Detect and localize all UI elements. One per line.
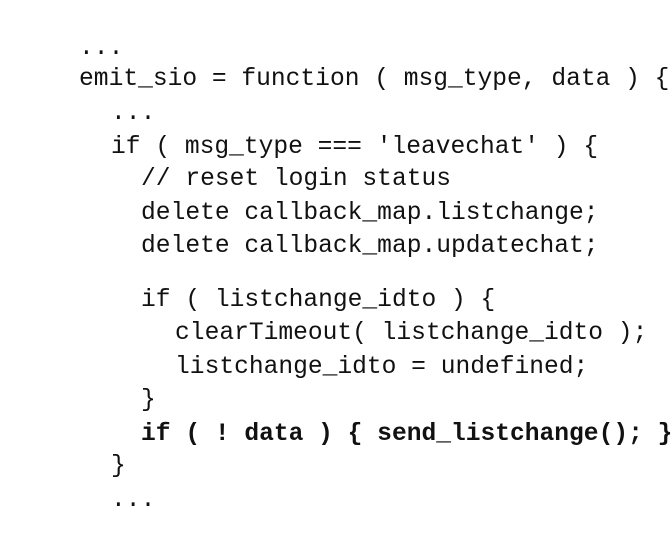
code-text: delete callback_map.updatechat; — [141, 233, 599, 260]
code-line-10: clearTimeout( listchange_idto ); — [116, 295, 647, 347]
code-line-2: emit_sio = function ( msg_type, data ) { — [20, 41, 669, 93]
code-line-6: delete callback_map.listchange; — [82, 175, 599, 227]
code-line-13: if ( ! data ) { send_listchange(); } — [82, 396, 672, 448]
code-line-5: // reset login status — [82, 141, 451, 193]
code-line-14: } — [52, 428, 126, 480]
code-line-1: ... — [20, 10, 123, 62]
code-line-9: if ( listchange_idto ) { — [82, 262, 495, 314]
code-line-15: ... — [52, 462, 155, 514]
code-line-7: delete callback_map.updatechat; — [82, 208, 599, 260]
code-text: listchange_idto = undefined; — [175, 354, 589, 381]
code-text: emit_sio = function ( msg_type, data ) { — [79, 66, 670, 93]
code-listing: ... emit_sio = function ( msg_type, data… — [0, 0, 672, 514]
code-line-4: if ( msg_type === 'leavechat' ) { — [52, 109, 598, 161]
code-text-highlighted: if ( ! data ) { send_listchange(); } — [141, 421, 672, 448]
code-line-11: listchange_idto = undefined; — [116, 329, 588, 381]
code-line-12: } — [82, 362, 156, 414]
code-line-3: ... — [52, 75, 155, 127]
code-text: ... — [111, 487, 156, 514]
